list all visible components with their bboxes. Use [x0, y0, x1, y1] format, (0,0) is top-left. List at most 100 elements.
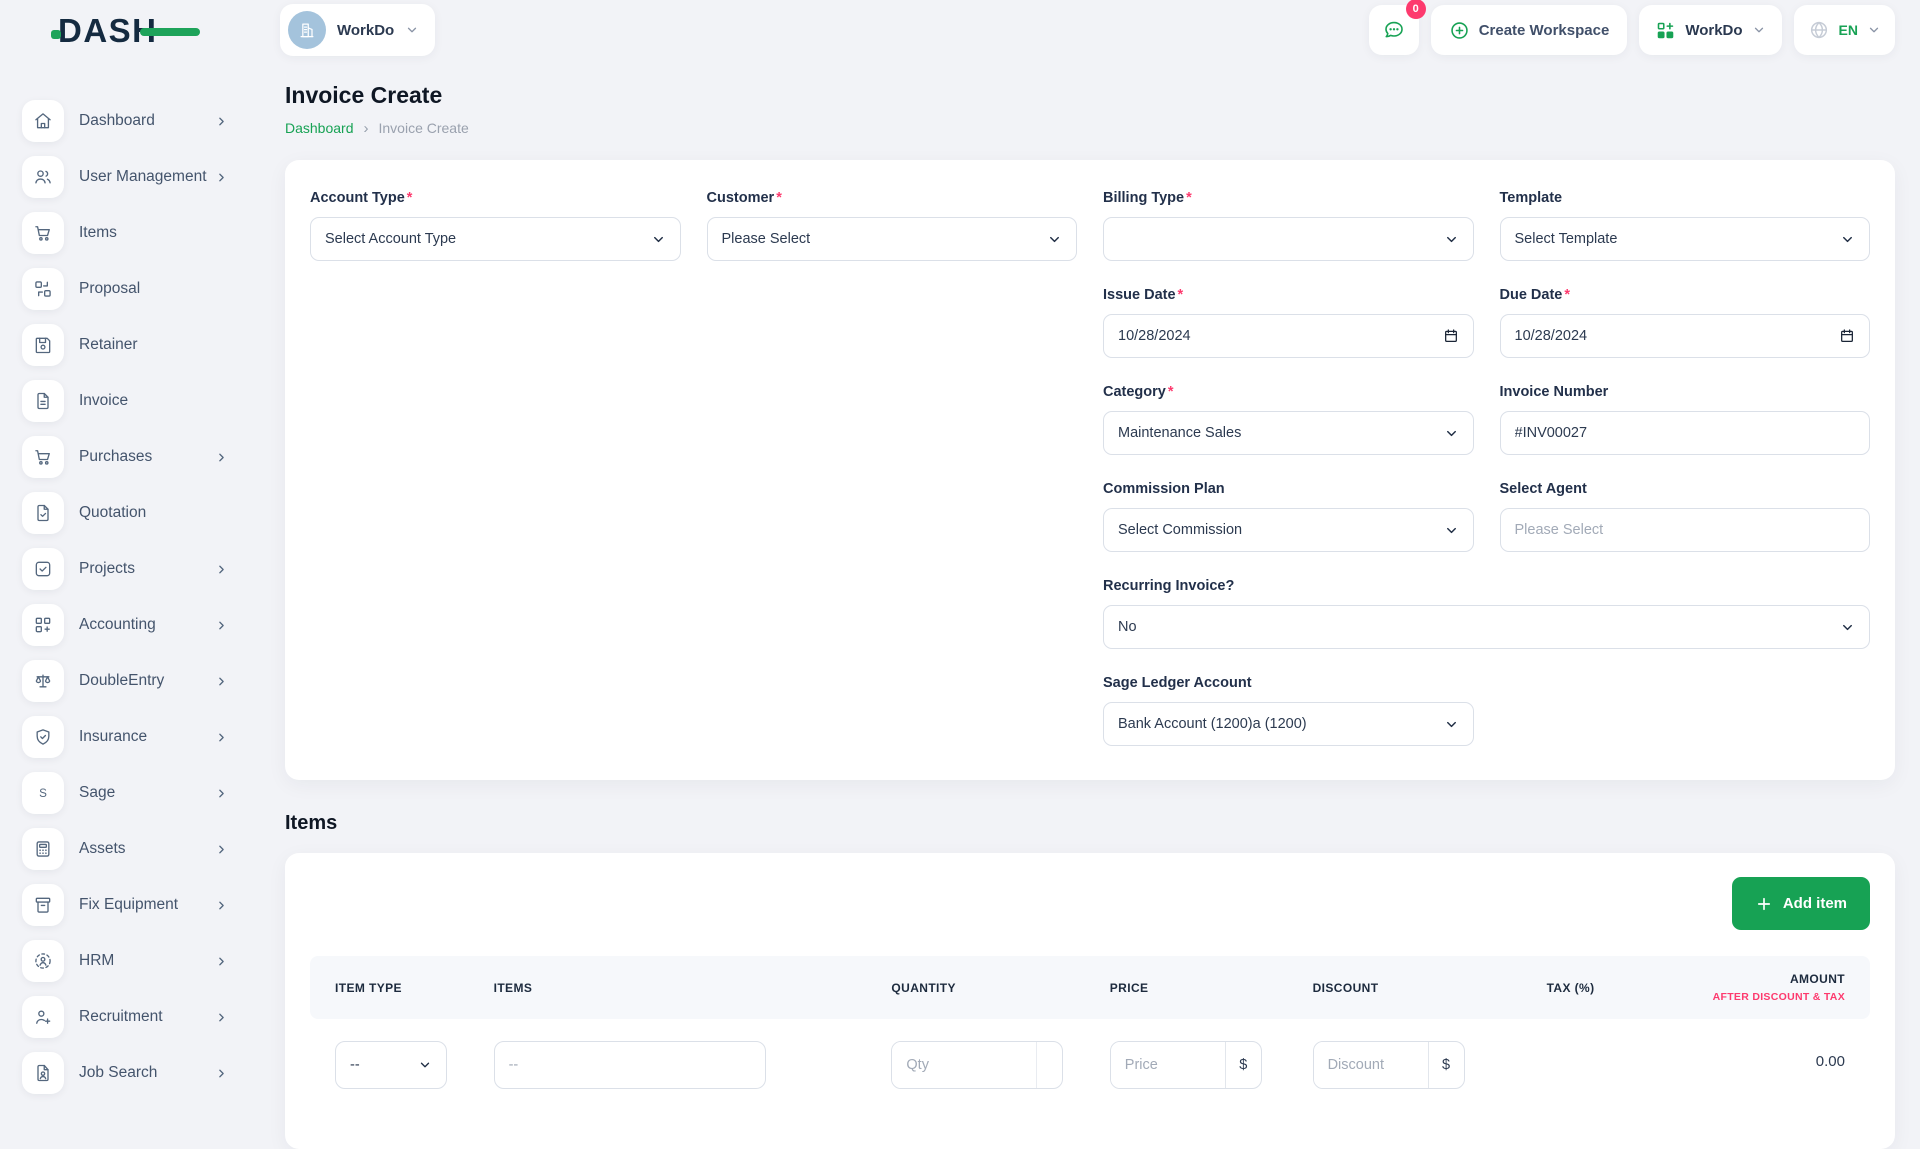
- cart-icon: [22, 436, 64, 478]
- chevron-right-icon: [215, 1011, 228, 1024]
- items-toolbar: Add item: [310, 877, 1870, 930]
- select-value: Bank Account (1200)a (1200): [1118, 716, 1307, 732]
- item-name-input[interactable]: [494, 1041, 766, 1089]
- price-input-group: $: [1110, 1041, 1262, 1089]
- select-agent-input[interactable]: [1500, 508, 1871, 552]
- column-header-items: ITEMS: [482, 956, 880, 1019]
- chevron-down-icon: [1444, 426, 1459, 441]
- messages-button[interactable]: 0: [1369, 5, 1419, 55]
- chevron-down-icon: [1444, 523, 1459, 538]
- template-select[interactable]: Select Template: [1500, 217, 1871, 261]
- sidebar-item-label: Quotation: [79, 504, 146, 522]
- main-content: Invoice Create Dashboard › Invoice Creat…: [280, 60, 1920, 1149]
- price-input[interactable]: [1111, 1042, 1225, 1088]
- sidebar-item-assets[interactable]: Assets: [22, 828, 228, 870]
- item-type-select[interactable]: --: [335, 1041, 447, 1089]
- items-table-header-row: ITEM TYPE ITEMS QUANTITY PRICE DISCOUNT …: [310, 956, 1870, 1019]
- sidebar-item-sage[interactable]: S Sage: [22, 772, 228, 814]
- discount-input[interactable]: [1314, 1042, 1428, 1088]
- chevron-right-icon: [215, 619, 228, 632]
- language-selector[interactable]: EN: [1794, 5, 1895, 55]
- field-billing-type: Billing Type*: [1103, 190, 1474, 261]
- label-text: Category: [1103, 384, 1166, 400]
- sidebar-item-user-management[interactable]: User Management: [22, 156, 228, 198]
- sidebar-item-retainer[interactable]: Retainer: [22, 324, 228, 366]
- billing-type-select[interactable]: [1103, 217, 1474, 261]
- label-text: Template: [1500, 190, 1563, 206]
- required-asterisk: *: [407, 190, 413, 206]
- sidebar-item-job-search[interactable]: Job Search: [22, 1052, 228, 1094]
- sage-icon: S: [22, 772, 64, 814]
- create-workspace-button[interactable]: Create Workspace: [1431, 5, 1628, 55]
- sidebar-item-accounting[interactable]: Accounting: [22, 604, 228, 646]
- sidebar-item-invoice[interactable]: Invoice: [22, 380, 228, 422]
- column-header-amount: AMOUNT AFTER DISCOUNT & TAX: [1698, 956, 1870, 1019]
- breadcrumb-current: Invoice Create: [379, 120, 469, 136]
- sidebar-item-fix-equipment[interactable]: Fix Equipment: [22, 884, 228, 926]
- app-logo[interactable]: DASH: [58, 14, 158, 47]
- select-value: No: [1118, 619, 1137, 635]
- column-header-item-type: ITEM TYPE: [310, 956, 482, 1019]
- sidebar-item-insurance[interactable]: Insurance: [22, 716, 228, 758]
- breadcrumb-dashboard-link[interactable]: Dashboard: [285, 120, 354, 136]
- plus-icon: [1755, 895, 1773, 913]
- sidebar-item-label: Job Search: [79, 1064, 157, 1082]
- sage-ledger-account-select[interactable]: Bank Account (1200)a (1200): [1103, 702, 1474, 746]
- hrm-icon: [22, 940, 64, 982]
- sidebar-item-label: Purchases: [79, 448, 152, 466]
- sidebar-item-label: Insurance: [79, 728, 147, 746]
- sidebar-item-label: Projects: [79, 560, 135, 578]
- sidebar-item-hrm[interactable]: HRM: [22, 940, 228, 982]
- sidebar-item-projects[interactable]: Projects: [22, 548, 228, 590]
- chevron-right-icon: [215, 843, 228, 856]
- workspace-selector[interactable]: WorkDo: [280, 4, 435, 56]
- users-icon: [22, 156, 64, 198]
- category-select[interactable]: Maintenance Sales: [1103, 411, 1474, 455]
- commission-plan-select[interactable]: Select Commission: [1103, 508, 1474, 552]
- sidebar-item-quotation[interactable]: Quotation: [22, 492, 228, 534]
- chevron-down-icon: [1444, 232, 1459, 247]
- sidebar-item-doubleentry[interactable]: DoubleEntry: [22, 660, 228, 702]
- sidebar-item-items[interactable]: Items: [22, 212, 228, 254]
- field-label: Sage Ledger Account: [1103, 675, 1474, 691]
- sidebar-item-recruitment[interactable]: Recruitment: [22, 996, 228, 1038]
- column-header-tax: TAX (%): [1535, 956, 1699, 1019]
- select-value: --: [350, 1057, 360, 1073]
- plus-circle-icon: [1449, 20, 1470, 41]
- breadcrumb-separator-icon: ›: [364, 121, 369, 136]
- required-asterisk: *: [1186, 190, 1192, 206]
- chevron-right-icon: [215, 955, 228, 968]
- chevron-down-icon: [1047, 232, 1062, 247]
- label-text: Invoice Number: [1500, 384, 1609, 400]
- invoice-form-grid: Account Type* Select Account Type Custom…: [310, 190, 1870, 746]
- cart-icon: [22, 212, 64, 254]
- invoice-number-input[interactable]: [1500, 411, 1871, 455]
- field-label: Category*: [1103, 384, 1474, 400]
- sidebar-item-purchases[interactable]: Purchases: [22, 436, 228, 478]
- sage-letter: S: [39, 787, 47, 800]
- field-select-agent: Select Agent: [1500, 481, 1871, 552]
- chevron-right-icon: [215, 1067, 228, 1080]
- quantity-input[interactable]: [892, 1042, 1036, 1088]
- number-spinner[interactable]: [1036, 1042, 1062, 1088]
- add-item-button[interactable]: Add item: [1732, 877, 1870, 930]
- sidebar-item-label: HRM: [79, 952, 114, 970]
- recurring-invoice-select[interactable]: No: [1103, 605, 1870, 649]
- sidebar-item-proposal[interactable]: Proposal: [22, 268, 228, 310]
- chevron-down-icon: [1867, 23, 1881, 37]
- chevron-down-icon: [1444, 717, 1459, 732]
- column-header-price: PRICE: [1098, 956, 1301, 1019]
- grid-plus-icon: [22, 604, 64, 646]
- create-workspace-label: Create Workspace: [1479, 22, 1610, 39]
- field-commission-plan: Commission Plan Select Commission: [1103, 481, 1474, 552]
- account-type-select[interactable]: Select Account Type: [310, 217, 681, 261]
- customer-select[interactable]: Please Select: [707, 217, 1078, 261]
- label-text: Sage Ledger Account: [1103, 675, 1252, 691]
- sidebar-item-dashboard[interactable]: Dashboard: [22, 100, 228, 142]
- sidebar-item-label: Items: [79, 224, 117, 242]
- issue-date-input[interactable]: 10/28/2024: [1103, 314, 1474, 358]
- logo-container: DASH: [0, 14, 280, 47]
- price-cell: $: [1098, 1019, 1301, 1089]
- workdo-apps-button[interactable]: WorkDo: [1639, 5, 1781, 55]
- due-date-input[interactable]: 10/28/2024: [1500, 314, 1871, 358]
